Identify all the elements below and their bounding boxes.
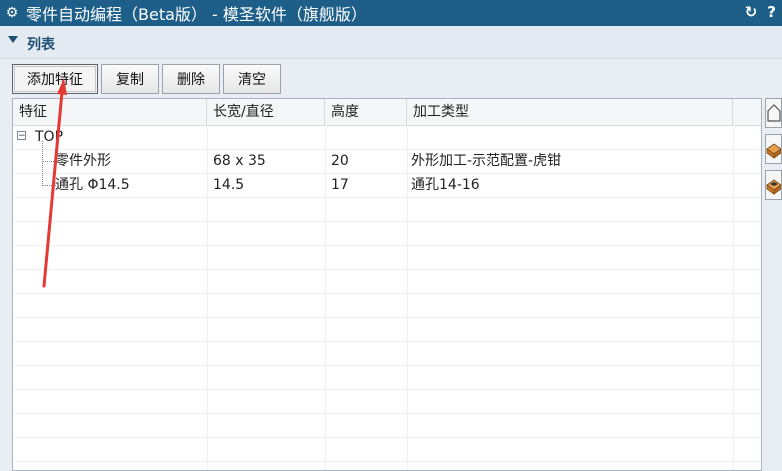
size-cell: 14.5 [213, 177, 245, 193]
feature-cell: 零件外形 [55, 153, 111, 169]
gear-icon[interactable]: ⚙ [2, 5, 22, 21]
column-header-size[interactable]: 长宽/直径 [207, 99, 325, 125]
height-cell: 20 [331, 153, 349, 169]
collapse-triangle-icon[interactable] [8, 36, 18, 43]
list-section-header[interactable]: 列表 [0, 26, 782, 59]
grid-line [13, 221, 761, 222]
section-label: 列表 [27, 37, 55, 53]
grid-line [13, 341, 761, 342]
column-header-height[interactable]: 高度 [325, 99, 407, 125]
collapse-expander-icon[interactable]: − [17, 131, 26, 141]
grid-line [13, 461, 761, 462]
feature-table[interactable]: 特征 长宽/直径 高度 加工类型 − TOP 零件外形 68 x 35 20 外… [12, 98, 762, 471]
table-row[interactable]: 零件外形 68 x 35 20 外形加工-示范配置-虎钳 [13, 149, 761, 173]
top-view-icon[interactable] [765, 134, 782, 164]
home-view-icon[interactable] [765, 98, 782, 128]
table-header: 特征 长宽/直径 高度 加工类型 [13, 99, 761, 126]
column-header-type[interactable]: 加工类型 [407, 99, 733, 125]
clear-button[interactable]: 清空 [223, 64, 281, 94]
feature-cell: 通孔 Φ14.5 [55, 177, 130, 193]
grid-line [13, 437, 761, 438]
grid-line [13, 365, 761, 366]
type-cell: 通孔14-16 [411, 177, 480, 193]
title-bar: ⚙ 零件自动编程（Beta版） - 模圣软件（旗舰版） ↻ ? [0, 0, 782, 26]
view-toolbar [765, 98, 782, 200]
help-icon[interactable]: ? [767, 3, 776, 21]
tree-root-row[interactable]: − TOP [13, 125, 761, 149]
toolbar: 添加特征 复制 删除 清空 [12, 64, 281, 94]
grid-line [13, 245, 761, 246]
size-cell: 68 x 35 [213, 153, 266, 169]
refresh-icon[interactable]: ↻ [745, 3, 758, 21]
type-cell: 外形加工-示范配置-虎钳 [411, 153, 562, 169]
grid-line [13, 389, 761, 390]
grid-line [13, 317, 761, 318]
window-title: 零件自动编程（Beta版） - 模圣软件（旗舰版） [26, 5, 367, 24]
copy-button[interactable]: 复制 [101, 64, 159, 94]
tree-root-label: TOP [35, 129, 64, 145]
delete-button[interactable]: 删除 [162, 64, 220, 94]
grid-line [13, 293, 761, 294]
grid-line [13, 269, 761, 270]
table-row[interactable]: 通孔 Φ14.5 14.5 17 通孔14-16 [13, 173, 761, 197]
add-feature-button[interactable]: 添加特征 [12, 64, 98, 94]
grid-line [13, 197, 761, 198]
height-cell: 17 [331, 177, 349, 193]
column-header-feature[interactable]: 特征 [13, 99, 207, 125]
grid-line [13, 413, 761, 414]
part-view-icon[interactable] [765, 170, 782, 200]
